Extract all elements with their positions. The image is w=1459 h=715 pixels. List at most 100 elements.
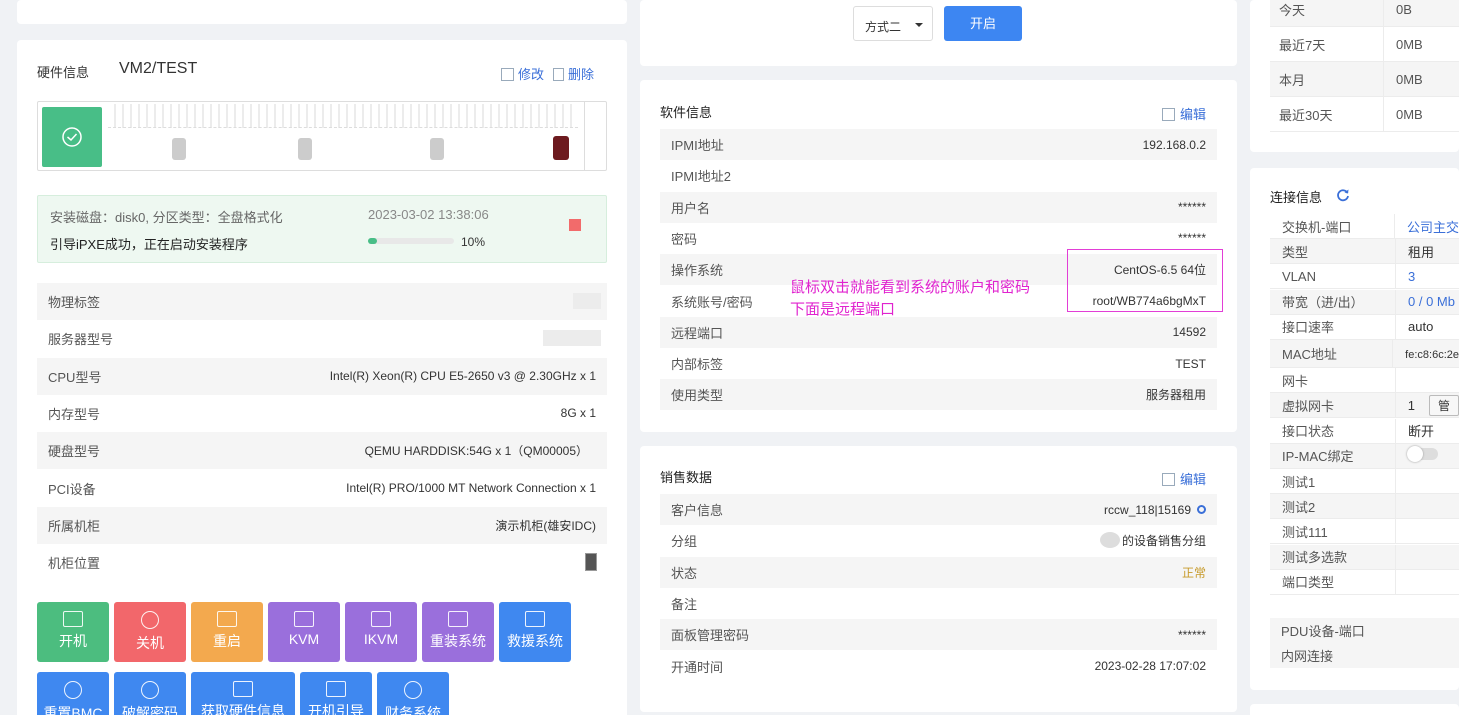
wrench-button[interactable]: 救援系统 [499, 602, 571, 662]
hardware-row-label: 所属机柜 [48, 518, 101, 534]
hardware-row: 物理标签 [37, 283, 607, 320]
software-row[interactable]: 使用类型 服务器租用 [660, 379, 1217, 411]
start-button-label: 开启 [969, 16, 996, 31]
hardware-row-label: 机柜位置 [48, 556, 101, 572]
sales-row-label: 面板管理密码 [671, 628, 750, 644]
software-row-value[interactable]: 192.168.0.2 [1143, 138, 1206, 152]
sales-row-label: 开通时间 [671, 659, 724, 675]
connection-row-label: 接口状态 [1270, 418, 1396, 443]
connection-row-label: 网卡 [1270, 368, 1396, 393]
stop-install-button[interactable] [569, 219, 581, 231]
connection-row-label: 测试2 [1270, 494, 1396, 519]
button-label: 开机 [59, 633, 87, 649]
refresh-icon[interactable] [1336, 188, 1350, 202]
sales-row-value: 2023-02-28 17:07:02 [1095, 659, 1206, 673]
connection-row-value: fe:c8:6c:2e [1393, 346, 1459, 361]
traffic-row-value: 0MB [1396, 71, 1423, 87]
boot-mode-select[interactable]: 方式二 [853, 6, 933, 41]
connection-row-value: 断开 [1396, 421, 1434, 440]
settings-button[interactable]: 财务系统 [377, 672, 449, 715]
settings-icon [404, 681, 422, 699]
hardware-icon [233, 681, 253, 697]
software-row[interactable]: IPMI地址2 [660, 160, 1217, 191]
connection-row-value-text[interactable]: 公司主交 [1407, 220, 1459, 235]
boot-mode-card: 方式二 开启 [640, 0, 1237, 66]
manage-button[interactable]: 管 [1428, 394, 1459, 416]
connection-row-value: 1管 [1396, 394, 1459, 416]
reset-button[interactable]: 重置BMC [37, 672, 109, 715]
sales-row-value: rccw_118|15169 [1104, 503, 1206, 517]
software-edit-label: 编辑 [1180, 107, 1207, 122]
power-monitor-button[interactable]: 开机 [37, 602, 109, 662]
hardware-row-label: 内存型号 [48, 406, 101, 422]
sales-edit-button[interactable]: 编辑 [1162, 469, 1206, 488]
hardware-row-value[interactable]: 8G x 1 [561, 406, 596, 420]
hardware-row-value[interactable]: Intel(R) Xeon(R) CPU E5-2650 v3 @ 2.30GH… [330, 369, 596, 383]
traffic-row-label: 今天 [1270, 0, 1384, 26]
kvm-button[interactable]: KVM [268, 602, 340, 662]
delete-button[interactable]: 删除 [553, 64, 594, 83]
keyboard-button[interactable]: IKVM [345, 602, 417, 662]
link-icon[interactable] [1197, 504, 1206, 514]
sales-row: 客户信息 rccw_118|15169 [660, 494, 1217, 525]
edit-button[interactable]: 修改 [501, 64, 544, 83]
power-monitor-icon [63, 611, 83, 627]
connection-row: 虚拟网卡 1 管 [1270, 393, 1459, 419]
connection-row-value-text[interactable]: 3 [1408, 269, 1415, 284]
monitor-icon [448, 611, 468, 627]
traffic-table: 今天 0B 最近7天 0MB 本月 0MB 最近30天 0MB [1270, 0, 1459, 132]
boot-button[interactable]: 开机引导 [300, 672, 372, 715]
sales-row-label: 状态 [671, 565, 698, 581]
sales-row: 面板管理密码 ****** [660, 619, 1217, 651]
software-row-label: IPMI地址 [671, 138, 724, 153]
hardware-card: 硬件信息 VM2/TEST 修改 删除 安装磁盘：disk0, 分区类型：全盘格… [17, 40, 627, 715]
hardware-row-value[interactable]: 演示机柜(雄安IDC) [495, 517, 596, 534]
connection-row-value-text[interactable]: 0 / 0 Mb [1408, 294, 1455, 309]
connection-row-label: 类型 [1270, 239, 1396, 264]
traffic-row: 最近7天 0MB [1270, 27, 1459, 62]
software-row-label: 使用类型 [671, 388, 724, 404]
traffic-row-label: 最近7天 [1270, 27, 1384, 61]
caret-down-icon [915, 23, 923, 27]
hardware-row-value[interactable]: Intel(R) PRO/1000 MT Network Connection … [346, 481, 596, 495]
ip-mac-toggle[interactable] [1407, 446, 1438, 463]
software-row-label: 远程端口 [671, 325, 724, 341]
traffic-row: 最近30天 0MB [1270, 97, 1459, 132]
software-row-value: ****** [1177, 200, 1206, 215]
connection-title: 连接信息 [1270, 190, 1323, 205]
connection-row-label: VLAN [1270, 264, 1396, 289]
bottom-right-card-fragment [1250, 704, 1459, 715]
sales-row: 状态 正常 [660, 556, 1217, 588]
connection-row: 测试多选款 [1270, 544, 1459, 570]
button-label: KVM [288, 631, 320, 647]
software-row-value: ****** [1177, 231, 1206, 246]
monitor-button[interactable]: 重装系统 [422, 602, 494, 662]
software-edit-button[interactable]: 编辑 [1162, 104, 1206, 123]
start-button[interactable]: 开启 [944, 6, 1022, 41]
highlight-box [1067, 249, 1223, 312]
software-row[interactable]: IPMI地址 192.168.0.2 [660, 129, 1217, 160]
wrench-icon [525, 611, 545, 627]
software-row[interactable]: 远程端口 14592 [660, 316, 1217, 348]
software-row[interactable]: 用户名 ****** [660, 191, 1217, 223]
software-row[interactable]: 内部标签 TEST [660, 348, 1217, 379]
connection-row: 交换机-端口 公司主交 [1270, 214, 1459, 239]
hardware-row: 内存型号 8G x 1 [37, 395, 607, 432]
loading-button[interactable]: 重启 [191, 602, 263, 662]
key-button[interactable]: 破解密码 [114, 672, 186, 715]
connection-row-label: 接口速率 [1270, 314, 1396, 339]
action-buttons: 开机 关机 重启 KVM IKVM 重装系统 救援系统重置BMC 破解密码 获取硬件信息 开机引导… [37, 602, 617, 715]
install-status-text: 引导iPXE成功，正在启动安装程序 [50, 237, 248, 252]
power-button[interactable]: 关机 [114, 602, 186, 662]
hardware-button[interactable]: 获取硬件信息 [191, 672, 295, 715]
connection-row-label: 测试111 [1270, 519, 1396, 544]
hardware-row: 服务器型号 [37, 320, 607, 357]
button-label: 关机 [136, 635, 164, 651]
software-row-value: 服务器租用 [1145, 388, 1206, 403]
hardware-row-value[interactable]: QEMU HARDDISK:54G x 1（QM00005） [365, 442, 588, 459]
connection-row: 接口速率 auto [1270, 314, 1459, 340]
sales-row-value: ****** [1178, 628, 1206, 642]
connection-row-label: IP-MAC绑定 [1270, 443, 1396, 468]
sales-row: 备注 [660, 588, 1217, 619]
software-row-label: IPMI地址2 [671, 169, 731, 185]
